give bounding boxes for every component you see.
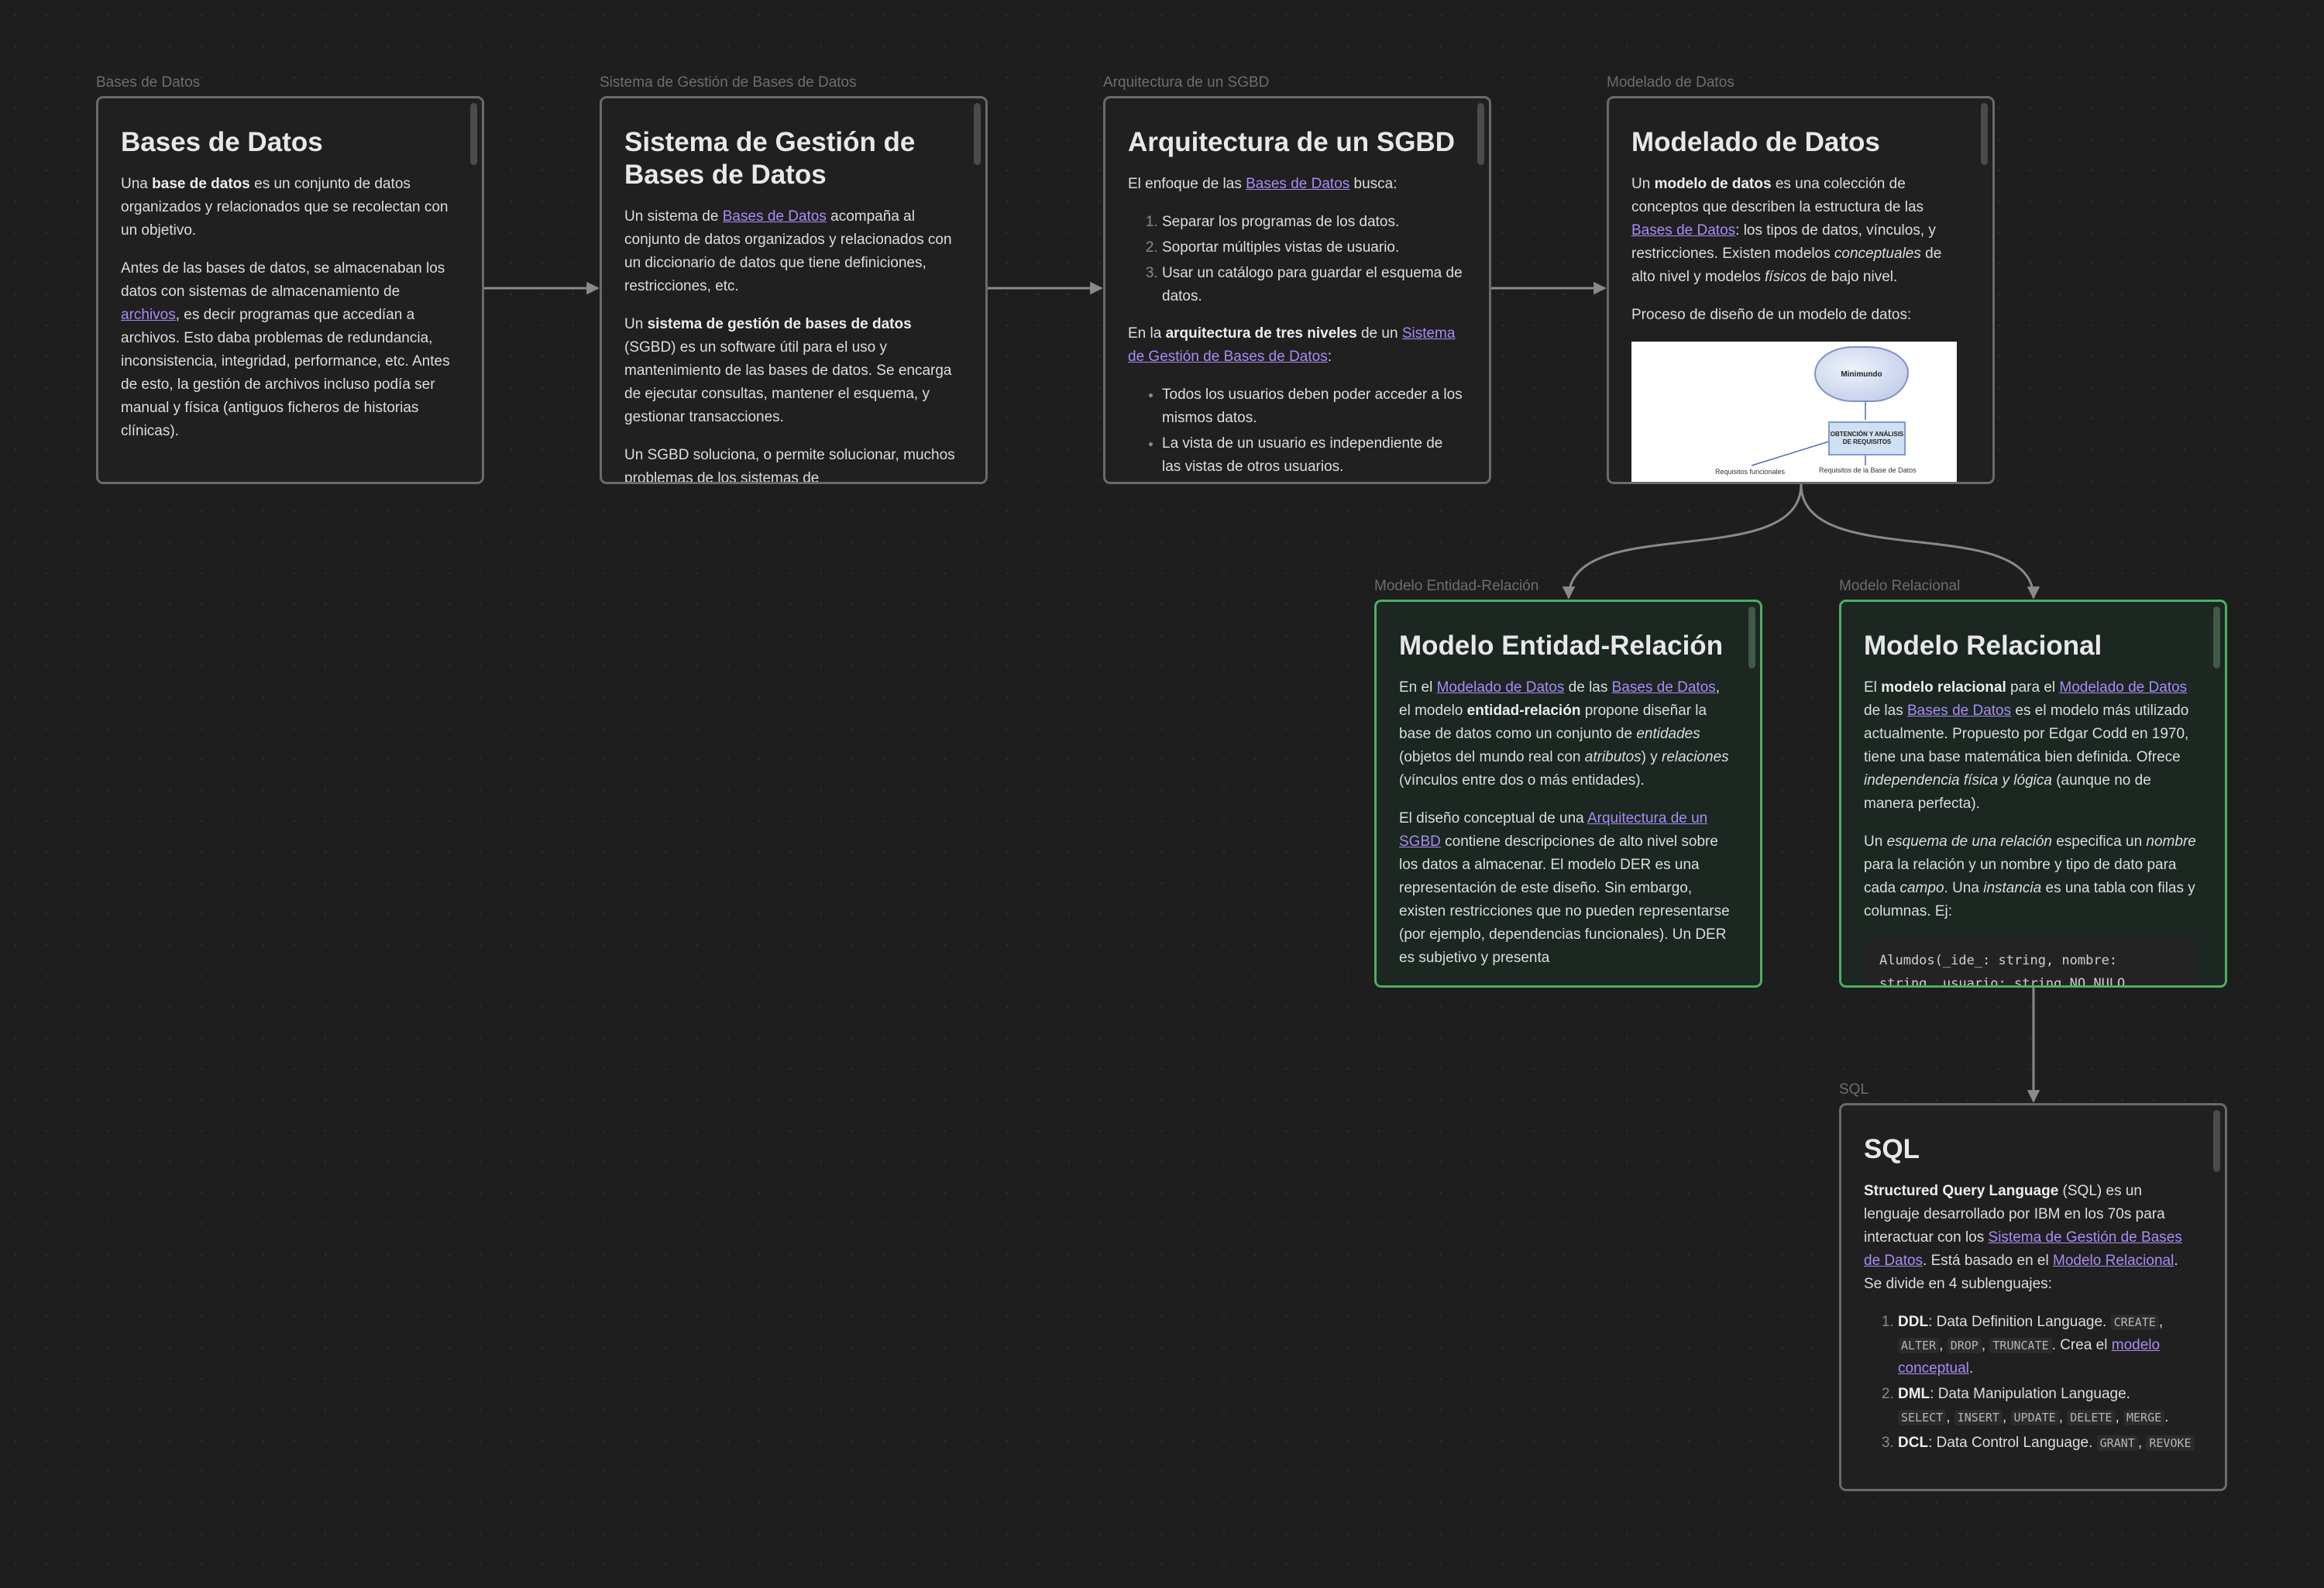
link-modelado-de-datos[interactable]: Modelado de Datos [2059, 679, 2187, 696]
card-scrollbar[interactable] [2213, 1110, 2220, 1172]
card-scrollbar[interactable] [1981, 103, 1988, 165]
paragraph: Un sistema de Bases de Datos acompaña al… [624, 208, 952, 294]
card-title: Modelo Entidad-Relación [1399, 631, 1724, 661]
list-item: Todos los usuarios deben poder acceder a… [1162, 383, 1463, 430]
paragraph: Antes de las bases de datos, se almacena… [121, 260, 450, 439]
ordered-list: DDL: Data Definition Language. CREATE, A… [1864, 1311, 2199, 1455]
link-modelado-de-datos[interactable]: Modelado de Datos [1437, 679, 1565, 696]
link-bases-de-datos[interactable]: Bases de Datos [1246, 176, 1349, 192]
functional-requirements-label: Requisitos funcionales [1715, 468, 1786, 476]
card-scrollbar[interactable] [1477, 103, 1484, 165]
link-modelo-relacional[interactable]: Modelo Relacional [2053, 1253, 2174, 1269]
card-title: SQL [1864, 1134, 1920, 1164]
paragraph: En la arquitectura de tres niveles de un… [1128, 325, 1456, 365]
card-title: Modelo Relacional [1864, 631, 2102, 661]
card-scrollbar[interactable] [1748, 607, 1755, 669]
card-modelo-relacional[interactable]: Modelo Relacional El modelo relacional p… [1839, 600, 2227, 988]
link-bases-de-datos[interactable]: Bases de Datos [1612, 679, 1716, 696]
node-label-modelado[interactable]: Modelado de Datos [1607, 74, 1734, 91]
diagram-connectors [1751, 400, 1866, 466]
code-block: Alumdos(_ide_: string, nombre: string, u… [1864, 938, 2199, 985]
card-bases-de-datos[interactable]: Bases de Datos Una base de datos es un c… [96, 96, 484, 484]
list-item: Usar un catálogo para guardar el esquema… [1162, 262, 1463, 308]
card-modelado-de-datos[interactable]: Modelado de Datos Un modelo de datos es … [1607, 96, 1995, 484]
paragraph: Un sistema de gestión de bases de datos … [624, 316, 952, 425]
card-title: Bases de Datos [121, 127, 323, 157]
paragraph: El modelo relacional para el Modelado de… [1864, 679, 2189, 812]
paragraph: Un esquema de una relación especifica un… [1864, 834, 2196, 919]
list-item-dml: DML: Data Manipulation Language.SELECT, … [1898, 1383, 2199, 1429]
card-scrollbar[interactable] [2213, 607, 2220, 669]
node-label-bases-de-datos[interactable]: Bases de Datos [96, 74, 200, 91]
node-label-sgbd[interactable]: Sistema de Gestión de Bases de Datos [600, 74, 857, 91]
node-label-sql[interactable]: SQL [1839, 1081, 1868, 1098]
card-scrollbar[interactable] [974, 103, 981, 165]
paragraph: En el Modelado de Datos de las Bases de … [1399, 679, 1729, 789]
card-scrollbar[interactable] [470, 103, 477, 165]
paragraph: Una base de datos es un conjunto de dato… [121, 176, 449, 239]
paragraph: El enfoque de las Bases de Datos busca: [1128, 176, 1397, 192]
list-item-dcl: DCL: Data Control Language. GRANT, REVOK… [1898, 1432, 2199, 1455]
link-bases-de-datos[interactable]: Bases de Datos [723, 208, 827, 225]
paragraph: Proceso de diseño de un modelo de datos: [1631, 307, 1912, 323]
card-arquitectura[interactable]: Arquitectura de un SGBD El enfoque de la… [1103, 96, 1491, 484]
card-title: Arquitectura de un SGBD [1128, 127, 1455, 157]
card-sgbd[interactable]: Sistema de Gestión de Bases de Datos Un … [600, 96, 988, 484]
link-bases-de-datos[interactable]: Bases de Datos [1631, 222, 1735, 239]
list-item: Soportar múltiples vistas de usuario. [1162, 236, 1463, 260]
paragraph: Structured Query Language (SQL) es un le… [1864, 1183, 2182, 1292]
card-sql[interactable]: SQL Structured Query Language (SQL) es u… [1839, 1103, 2227, 1491]
card-title: Sistema de Gestión de Bases de Datos [624, 127, 916, 190]
list-item: Separar los programas de los datos. [1162, 211, 1463, 234]
list-item: La vista de un usuario es independiente … [1162, 432, 1463, 479]
db-requirements-label: Requisitos de la Base de Datos [1819, 466, 1917, 474]
ordered-list: Separar los programas de los datos. Sopo… [1128, 211, 1463, 308]
node-label-entidad-relacion[interactable]: Modelo Entidad-Relación [1374, 578, 1538, 595]
edge-mod-er [1562, 483, 1803, 600]
list-item-ddl: DDL: Data Definition Language. CREATE, A… [1898, 1311, 2199, 1380]
minimundo-cloud: Minimundo [1814, 346, 1909, 402]
paragraph: El diseño conceptual de una Arquitectura… [1399, 810, 1730, 966]
design-process-diagram: Minimundo OBTENCIÓN Y ANÁLISIS DE REQUIS… [1631, 342, 1957, 482]
paragraph: Un modelo de datos es una colección de c… [1631, 176, 1942, 285]
bullet-list: Todos los usuarios deben poder acceder a… [1128, 383, 1463, 479]
requirements-box: OBTENCIÓN Y ANÁLISIS DE REQUISITOS [1828, 421, 1906, 455]
link-archivos[interactable]: archivos [121, 307, 176, 323]
node-label-arquitectura[interactable]: Arquitectura de un SGBD [1103, 74, 1269, 91]
card-modelo-entidad-relacion[interactable]: Modelo Entidad-Relación En el Modelado d… [1374, 600, 1762, 988]
card-title: Modelado de Datos [1631, 127, 1880, 157]
link-bases-de-datos[interactable]: Bases de Datos [1907, 703, 2011, 719]
node-label-relacional[interactable]: Modelo Relacional [1839, 578, 1960, 595]
paragraph: Un SGBD soluciona, o permite solucionar,… [624, 447, 955, 482]
